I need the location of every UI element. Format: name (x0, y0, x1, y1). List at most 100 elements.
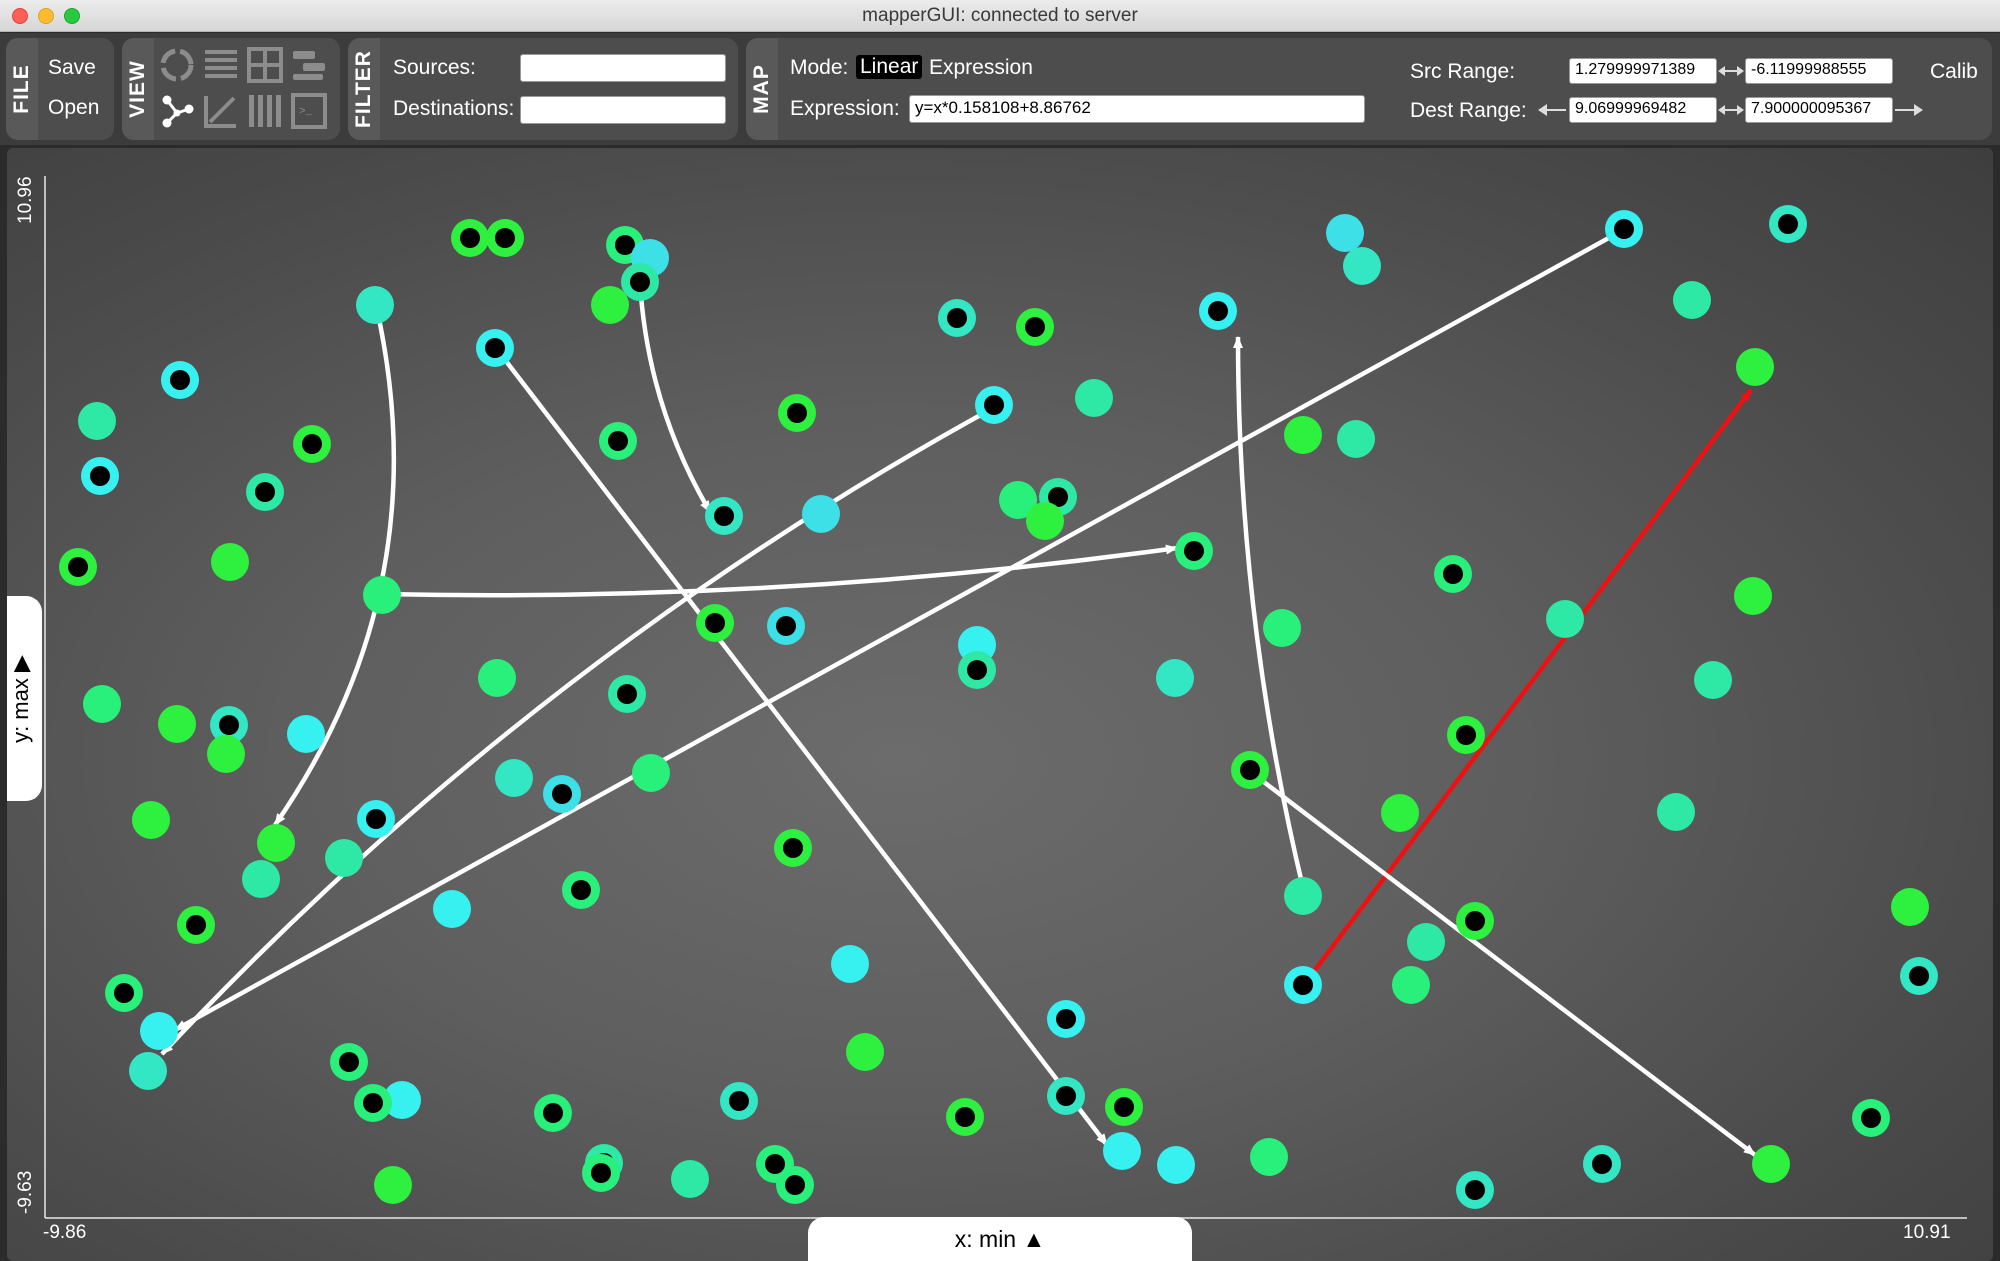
destination-signal-dot[interactable] (1026, 502, 1064, 540)
dest-min-boundary-icon[interactable] (1538, 103, 1566, 117)
dest-range-min-input[interactable]: 9.06999969482 (1569, 97, 1717, 123)
source-signal-dot[interactable] (354, 1084, 392, 1122)
close-window-button[interactable] (12, 8, 28, 24)
destination-signal-dot[interactable] (1752, 1145, 1790, 1183)
destination-signal-dot[interactable] (140, 1012, 178, 1050)
dest-range-max-input[interactable]: 7.900000095367 (1745, 97, 1893, 123)
source-signal-dot[interactable] (608, 675, 646, 713)
destination-signal-dot[interactable] (1381, 794, 1419, 832)
destination-signal-dot[interactable] (478, 659, 516, 697)
destination-signal-dot[interactable] (1392, 966, 1430, 1004)
source-signal-dot[interactable] (1605, 210, 1643, 248)
grid-view-icon[interactable] (246, 46, 284, 84)
destination-signal-dot[interactable] (242, 860, 280, 898)
destination-signal-dot[interactable] (83, 685, 121, 723)
destination-signal-dot[interactable] (1407, 923, 1445, 961)
source-signal-dot[interactable] (1447, 716, 1485, 754)
destination-signal-dot[interactable] (1156, 659, 1194, 697)
source-signal-dot[interactable] (543, 775, 581, 813)
destination-signal-dot[interactable] (132, 801, 170, 839)
destination-signal-dot[interactable] (1694, 661, 1732, 699)
destination-signal-dot[interactable] (846, 1033, 884, 1071)
destination-signal-dot[interactable] (374, 1166, 412, 1204)
source-signal-dot[interactable] (486, 219, 524, 257)
map-arrow[interactable] (173, 227, 1627, 1032)
destination-signal-dot[interactable] (1337, 420, 1375, 458)
source-signal-dot[interactable] (1769, 205, 1807, 243)
source-signal-dot[interactable] (246, 473, 284, 511)
calib-button[interactable]: Calib (1930, 60, 1978, 84)
source-signal-dot[interactable] (958, 651, 996, 689)
destination-signal-dot[interactable] (1103, 1132, 1141, 1170)
source-signal-dot[interactable] (1047, 1000, 1085, 1038)
open-button[interactable]: Open (48, 96, 99, 120)
destination-signal-dot[interactable] (831, 945, 869, 983)
destination-signal-dot[interactable] (495, 759, 533, 797)
source-signal-dot[interactable] (161, 361, 199, 399)
destination-signal-dot[interactable] (158, 705, 196, 743)
sources-filter-input[interactable] (520, 54, 726, 82)
source-signal-dot[interactable] (177, 906, 215, 944)
source-signal-dot[interactable] (1583, 1145, 1621, 1183)
parallel-view-icon[interactable] (246, 92, 284, 130)
source-signal-dot[interactable] (1434, 555, 1472, 593)
source-signal-dot[interactable] (330, 1043, 368, 1081)
source-signal-dot[interactable] (720, 1082, 758, 1120)
destination-signal-dot[interactable] (1250, 1138, 1288, 1176)
x-axis-property-selector[interactable]: x: min ▲ (808, 1217, 1192, 1261)
y-axis-property-selector[interactable]: y: max ▶ (7, 596, 42, 801)
destination-signal-dot[interactable] (1326, 214, 1364, 252)
dest-max-boundary-icon[interactable] (1895, 103, 1923, 117)
src-range-swap-icon[interactable] (1718, 64, 1744, 78)
destination-signal-dot[interactable] (1075, 379, 1113, 417)
console-view-icon[interactable]: >_ (290, 92, 328, 130)
destination-signal-dot[interactable] (1673, 281, 1711, 319)
destination-signal-dot[interactable] (1157, 1146, 1195, 1184)
destination-signal-dot[interactable] (1736, 348, 1774, 386)
expression-input[interactable]: y=x*0.158108+8.86762 (909, 95, 1365, 123)
source-signal-dot[interactable] (451, 219, 489, 257)
destination-signal-dot[interactable] (1263, 609, 1301, 647)
source-signal-dot[interactable] (476, 329, 514, 367)
mode-expression-button[interactable]: Expression (929, 56, 1033, 80)
source-signal-dot[interactable] (621, 263, 659, 301)
source-signal-dot[interactable] (1852, 1099, 1890, 1137)
map-arrow[interactable] (379, 544, 1178, 598)
hive-view-icon[interactable] (290, 46, 328, 84)
source-signal-dot[interactable] (562, 871, 600, 909)
destination-signal-dot[interactable] (802, 495, 840, 533)
dest-range-swap-icon[interactable] (1718, 103, 1744, 117)
destination-signal-dot[interactable] (207, 735, 245, 773)
source-signal-dot[interactable] (1175, 532, 1213, 570)
minimize-window-button[interactable] (38, 8, 54, 24)
source-signal-dot[interactable] (767, 607, 805, 645)
destination-signal-dot[interactable] (433, 890, 471, 928)
list-view-icon[interactable] (202, 46, 240, 84)
src-range-max-input[interactable]: -6.11999988555 (1745, 58, 1893, 84)
source-signal-dot[interactable] (534, 1094, 572, 1132)
graph-view-icon[interactable] (158, 92, 196, 130)
destination-signal-dot[interactable] (1343, 247, 1381, 285)
source-signal-dot[interactable] (1105, 1088, 1143, 1126)
destination-signal-dot[interactable] (287, 715, 325, 753)
balloon-plot-canvas[interactable]: 10.96 -9.63 -9.86 10.91 y: max ▶ x: min … (7, 148, 1993, 1261)
source-signal-dot[interactable] (1456, 1171, 1494, 1209)
source-signal-dot[interactable] (59, 548, 97, 586)
src-range-min-input[interactable]: 1.279999971389 (1569, 58, 1717, 84)
balloon-view-icon[interactable] (202, 92, 240, 130)
source-signal-dot[interactable] (1047, 1077, 1085, 1115)
source-signal-dot[interactable] (1231, 751, 1269, 789)
zoom-window-button[interactable] (64, 8, 80, 24)
destination-signal-dot[interactable] (1891, 888, 1929, 926)
destination-signal-dot[interactable] (591, 286, 629, 324)
map-arrow[interactable] (160, 405, 997, 1056)
source-signal-dot[interactable] (946, 1098, 984, 1136)
source-signal-dot[interactable] (293, 425, 331, 463)
source-signal-dot[interactable] (1456, 902, 1494, 940)
destination-signal-dot[interactable] (129, 1052, 167, 1090)
source-signal-dot[interactable] (1900, 957, 1938, 995)
source-signal-dot[interactable] (582, 1154, 620, 1192)
source-signal-dot[interactable] (1284, 966, 1322, 1004)
destination-signal-dot[interactable] (1284, 877, 1322, 915)
source-signal-dot[interactable] (975, 386, 1013, 424)
